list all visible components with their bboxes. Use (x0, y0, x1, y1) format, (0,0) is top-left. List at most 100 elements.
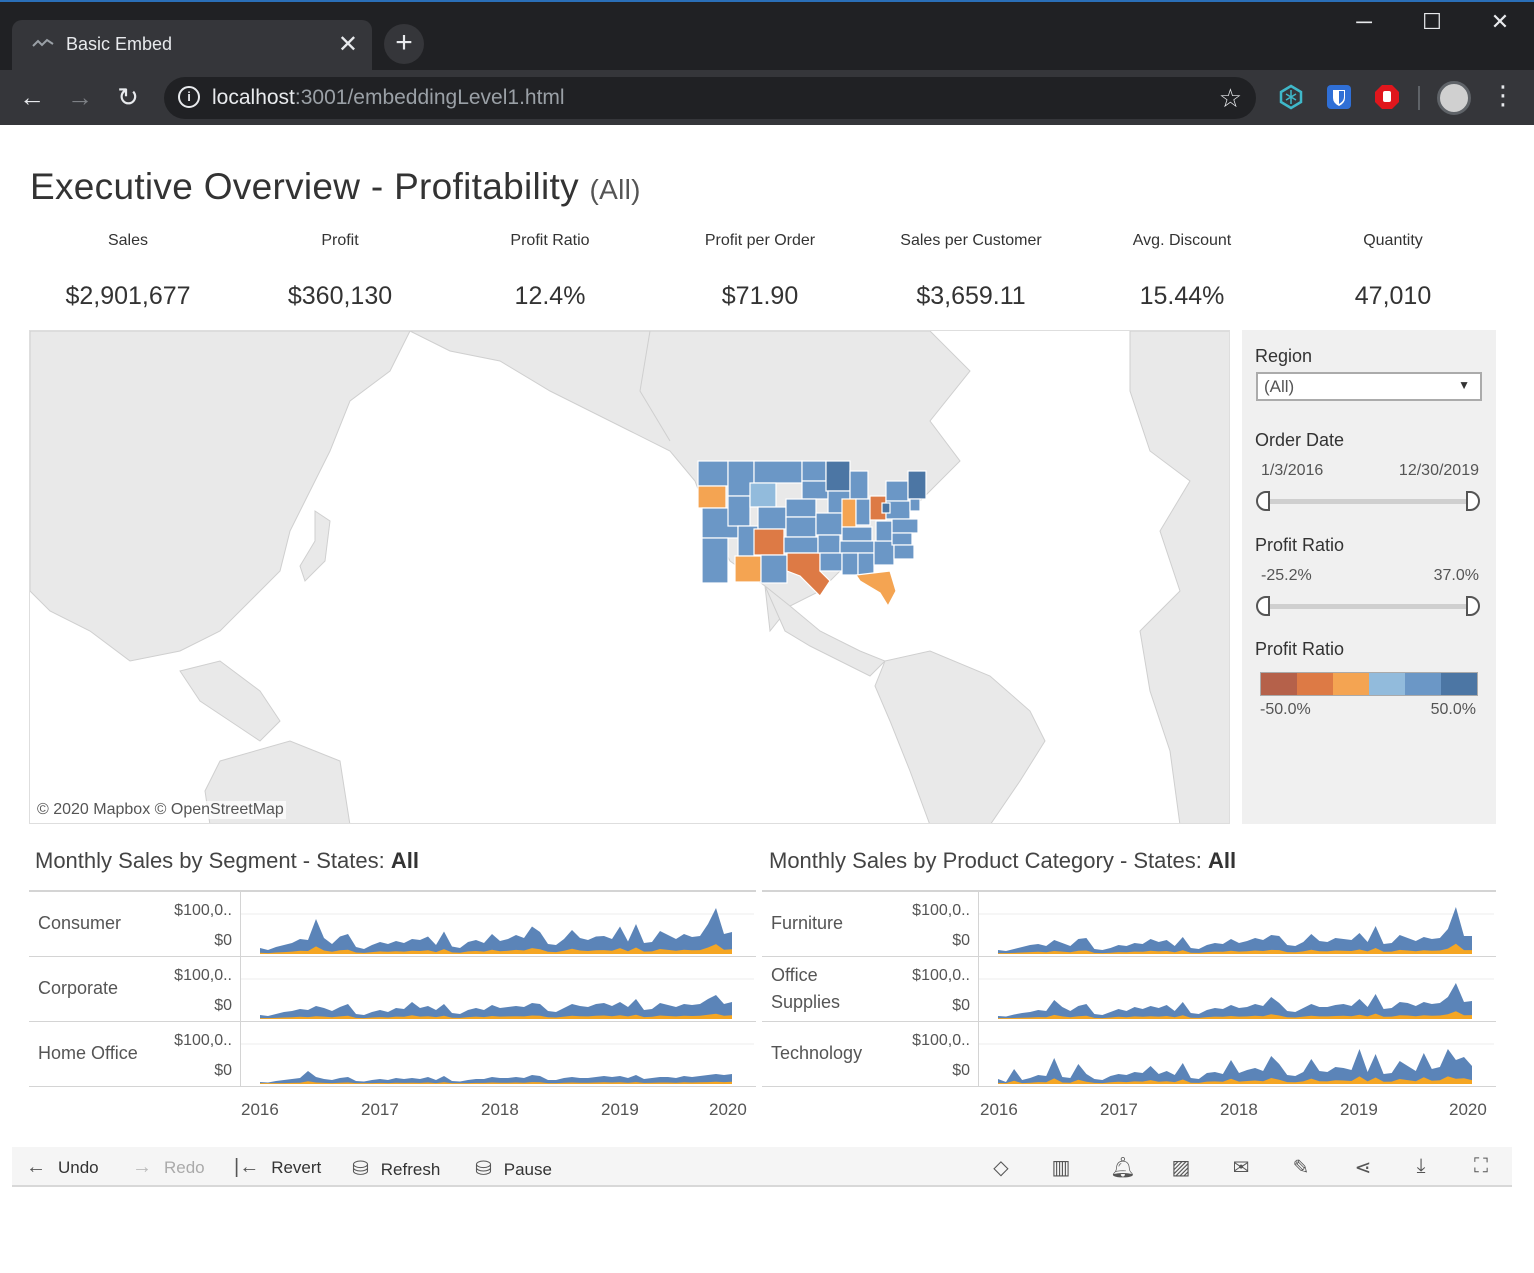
kpi-avg-discount[interactable]: Avg. Discount 15.44% (1077, 232, 1287, 311)
area-plot[interactable] (240, 1022, 754, 1085)
dashboard-title: Executive Overview - Profitability (All) (30, 166, 641, 208)
kpi-label: Profit (321, 232, 359, 249)
map-attribution[interactable]: © 2020 Mapbox © OpenStreetMap (35, 801, 286, 819)
axis-divider (978, 892, 979, 957)
area-plot[interactable] (978, 892, 1494, 955)
kpi-value: 47,010 (1354, 282, 1432, 310)
slider-max-handle[interactable] (1466, 491, 1480, 511)
pause-db-icon: ⛁ (475, 1158, 492, 1180)
chart-row[interactable]: Office Supplies $100,0.. $0 (762, 957, 1496, 1022)
category-chart[interactable]: Furniture $100,0.. $0 Office Supplies $100,0… (762, 890, 1496, 1087)
slider-min-handle[interactable] (1256, 491, 1270, 511)
chart-row[interactable]: Consumer $100,0.. $0 (29, 892, 756, 957)
chart-row[interactable]: Corporate $100,0.. $0 (29, 957, 756, 1022)
y-tick-label: $0 (952, 1062, 970, 1079)
redo-button[interactable]: → Redo (132, 1156, 205, 1179)
area-plot[interactable] (240, 892, 754, 955)
fullscreen-icon[interactable]: ⛶ (1468, 1155, 1494, 1179)
chart-row[interactable]: Home Office $100,0.. $0 (29, 1022, 756, 1087)
kpi-profit-per-order[interactable]: Profit per Order $71.90 (655, 232, 865, 311)
y-tick-label: $100,0.. (174, 1032, 232, 1049)
kpi-quantity[interactable]: Quantity 47,010 (1288, 232, 1498, 311)
alert-bell-icon[interactable]: 🔔︎ (1110, 1155, 1136, 1179)
slider-max-handle[interactable] (1466, 596, 1480, 616)
axis-divider (978, 957, 979, 1022)
kpi-sales[interactable]: Sales $2,901,677 (23, 232, 233, 311)
legend-swatch (1405, 673, 1441, 695)
browser-menu-icon[interactable]: ⋮ (1490, 80, 1516, 111)
pause-label: Pause (503, 1160, 552, 1179)
category-title-prefix: Monthly Sales by Product Category - Stat… (769, 848, 1208, 873)
kpi-profit[interactable]: Profit $360,130 (235, 232, 445, 311)
new-tab-button[interactable]: + (384, 24, 424, 64)
order-date-label: Order Date (1255, 430, 1345, 450)
slider-min-handle[interactable] (1256, 596, 1270, 616)
profit-ratio-max[interactable]: 37.0% (1434, 567, 1479, 585)
undo-arrow-icon: ← (26, 1156, 46, 1178)
kpi-sales-per-customer[interactable]: Sales per Customer $3,659.11 (866, 232, 1076, 311)
address-bar[interactable]: i localhost:3001/embeddingLevel1.html ☆ (164, 77, 1256, 119)
area-plot[interactable] (240, 957, 754, 1020)
x-tick-label: 2020 (709, 1100, 747, 1119)
reload-icon[interactable]: ↻ (108, 78, 148, 118)
tag-icon[interactable]: ◇ (988, 1155, 1014, 1179)
extension-hex-icon[interactable] (1278, 84, 1304, 110)
site-info-icon[interactable]: i (178, 86, 200, 108)
tab-close-icon[interactable]: ✕ (338, 30, 358, 59)
region-selected-value: (All) (1264, 377, 1295, 396)
area-plot[interactable] (978, 1022, 1494, 1085)
area-plot[interactable] (978, 957, 1494, 1020)
pause-button[interactable]: ⛁ Pause (475, 1156, 552, 1181)
order-date-slider[interactable] (1256, 491, 1480, 511)
order-date-min[interactable]: 1/3/2016 (1261, 462, 1323, 480)
subscribe-mail-icon[interactable]: ✉ (1228, 1155, 1254, 1179)
share-icon[interactable]: ⋖ (1350, 1155, 1376, 1179)
bitwarden-shield-icon[interactable] (1326, 84, 1352, 110)
kpi-profit-ratio[interactable]: Profit Ratio 12.4% (445, 232, 655, 311)
row-label: Technology (771, 1043, 863, 1063)
profile-avatar[interactable] (1437, 81, 1471, 115)
browser-toolbar: ← → ↻ i localhost:3001/embeddingLevel1.h… (0, 70, 1534, 125)
revert-button[interactable]: |← Revert (234, 1156, 321, 1179)
profit-ratio-min[interactable]: -25.2% (1261, 567, 1312, 585)
profit-ratio-color-legend[interactable] (1260, 672, 1478, 696)
forward-arrow-icon[interactable]: → (60, 78, 100, 118)
legend-swatch (1297, 673, 1333, 695)
filters-panel: Region (All) ▼ Order Date 1/3/2016 12/30… (1242, 330, 1496, 824)
browser-tab[interactable]: Basic Embed ✕ (12, 20, 372, 70)
adblock-hand-icon[interactable] (1374, 84, 1400, 110)
order-date-max[interactable]: 12/30/2019 (1399, 462, 1479, 480)
kpi-label: Sales (107, 232, 149, 249)
x-tick-label: 2017 (1100, 1100, 1138, 1119)
custom-view-icon[interactable]: ▥ (1048, 1155, 1074, 1179)
legend-min: -50.0% (1260, 701, 1311, 718)
legend-swatch (1333, 673, 1369, 695)
refresh-db-icon: ⛁ (352, 1158, 369, 1180)
profit-ratio-slider[interactable] (1256, 596, 1480, 616)
y-tick-label: $100,0.. (912, 902, 970, 919)
download-icon[interactable]: ⤓ (1408, 1155, 1434, 1179)
axis-divider (978, 1022, 979, 1087)
bookmark-star-icon[interactable]: ☆ (1219, 83, 1242, 114)
segment-chart[interactable]: Consumer $100,0.. $0 Corporate $100,0.. $0 Hom… (29, 890, 756, 1087)
y-tick-label: $100,0.. (174, 967, 232, 984)
region-dropdown[interactable]: (All) ▼ (1256, 372, 1482, 401)
y-tick-label: $100,0.. (174, 902, 232, 919)
kpi-label: Quantity (1363, 232, 1423, 249)
refresh-button[interactable]: ⛁ Refresh (352, 1156, 440, 1181)
edit-pencil-icon[interactable]: ✎ (1288, 1155, 1314, 1179)
chart-row[interactable]: Furniture $100,0.. $0 (762, 892, 1496, 957)
x-tick-label: 2020 (1449, 1100, 1487, 1119)
undo-button[interactable]: ← Undo (26, 1156, 99, 1179)
back-arrow-icon[interactable]: ← (12, 78, 52, 118)
region-filter-label: Region (1255, 346, 1313, 366)
legend-swatch (1441, 673, 1477, 695)
chart-row[interactable]: Technology $100,0.. $0 (762, 1022, 1496, 1087)
x-tick-label: 2018 (1220, 1100, 1258, 1119)
close-window-icon[interactable]: ✕ (1466, 0, 1534, 44)
maximize-icon[interactable]: ☐ (1398, 0, 1466, 44)
profit-ratio-filter-label: Profit Ratio (1255, 535, 1345, 555)
minimize-icon[interactable]: ─ (1330, 0, 1398, 44)
metrics-chart-icon[interactable]: ▨ (1168, 1155, 1194, 1179)
profit-map[interactable]: © 2020 Mapbox © OpenStreetMap (29, 330, 1230, 824)
